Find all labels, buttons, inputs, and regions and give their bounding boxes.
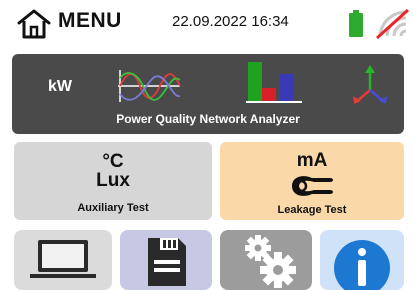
leakage-test-label: Leakage Test: [277, 204, 347, 216]
gears-icon: [245, 235, 296, 288]
auxiliary-test-label: Auxiliary Test: [77, 202, 149, 214]
top-bar: MENU 22.09.2022 16:34: [0, 0, 414, 48]
laptop-icon: [30, 240, 96, 278]
wifi-off-icon: [375, 8, 410, 40]
pc-connection-button[interactable]: [14, 230, 112, 290]
power-quality-tile[interactable]: kW Power Quality Network Analyzer: [12, 54, 404, 134]
lux-unit-label: Lux: [96, 170, 130, 191]
info-button[interactable]: [320, 230, 404, 290]
memory-button[interactable]: [120, 230, 212, 290]
clamp-meter-icon: [292, 176, 333, 196]
auxiliary-test-tile[interactable]: °C Lux Auxiliary Test: [14, 142, 212, 220]
celsius-unit-label: °C: [102, 151, 124, 172]
milliamp-unit-label: mA: [296, 150, 328, 171]
leakage-test-tile[interactable]: mA Leakage Test: [220, 142, 404, 220]
battery-icon: [349, 10, 363, 37]
date-time: 22.09.2022 16:34: [172, 13, 289, 30]
bar-graph-icon: [246, 62, 302, 103]
phasor-diagram-icon: [353, 65, 387, 104]
menu-title: MENU: [58, 9, 122, 32]
home-icon[interactable]: [16, 8, 52, 40]
settings-button[interactable]: [220, 230, 312, 290]
kw-unit-label: kW: [48, 78, 72, 95]
power-quality-label: Power Quality Network Analyzer: [116, 112, 300, 126]
floppy-disk-icon: [148, 238, 186, 286]
info-icon: [334, 240, 390, 290]
sine-waves-icon: [118, 70, 181, 102]
